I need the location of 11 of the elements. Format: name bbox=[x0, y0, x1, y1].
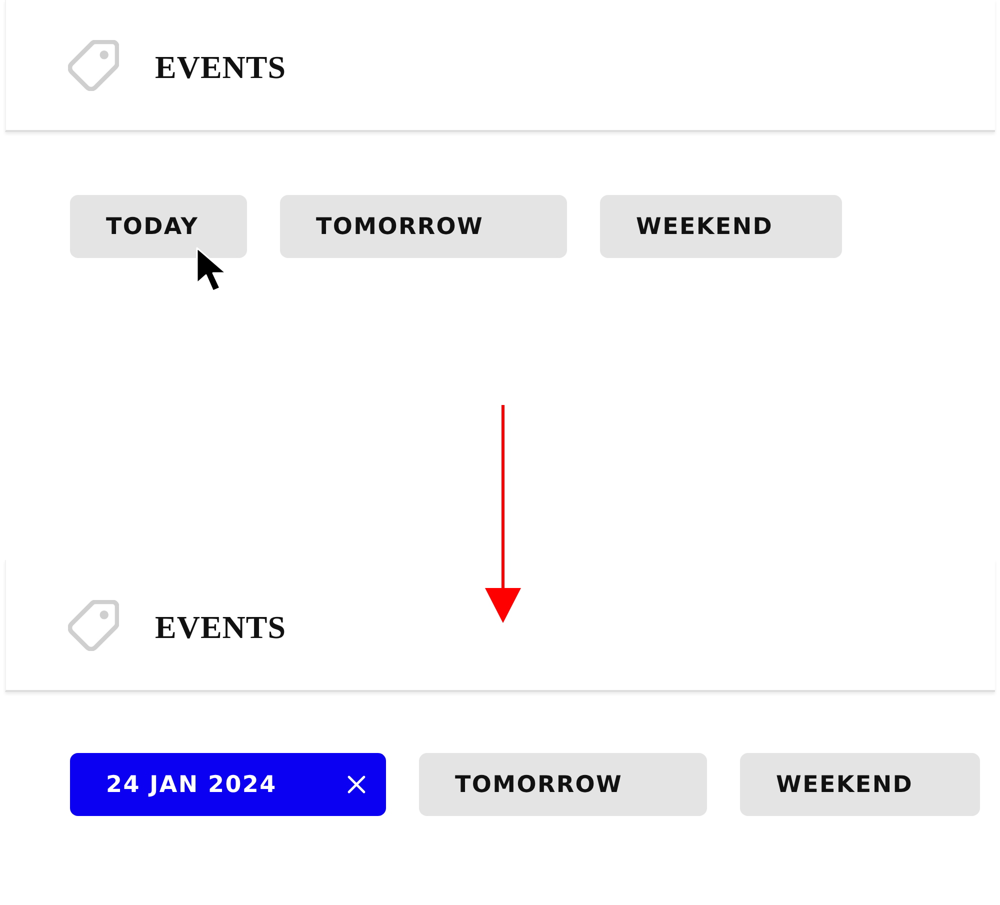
filter-chip[interactable]: WEEKEND bbox=[740, 753, 980, 816]
filter-chip[interactable]: TODAY bbox=[70, 195, 247, 258]
tag-icon bbox=[68, 40, 119, 90]
filter-chip[interactable]: WEEKEND bbox=[600, 195, 842, 258]
filter-chip[interactable]: TOMORROW bbox=[419, 753, 707, 816]
date-chip[interactable]: 24 JAN 2024 bbox=[70, 753, 386, 816]
filter-chip[interactable]: TOMORROW bbox=[280, 195, 567, 258]
panel-title: EVENTS bbox=[155, 48, 286, 86]
tag-icon bbox=[68, 600, 119, 650]
close-icon[interactable] bbox=[347, 775, 366, 794]
panel-title: EVENTS bbox=[155, 608, 286, 646]
